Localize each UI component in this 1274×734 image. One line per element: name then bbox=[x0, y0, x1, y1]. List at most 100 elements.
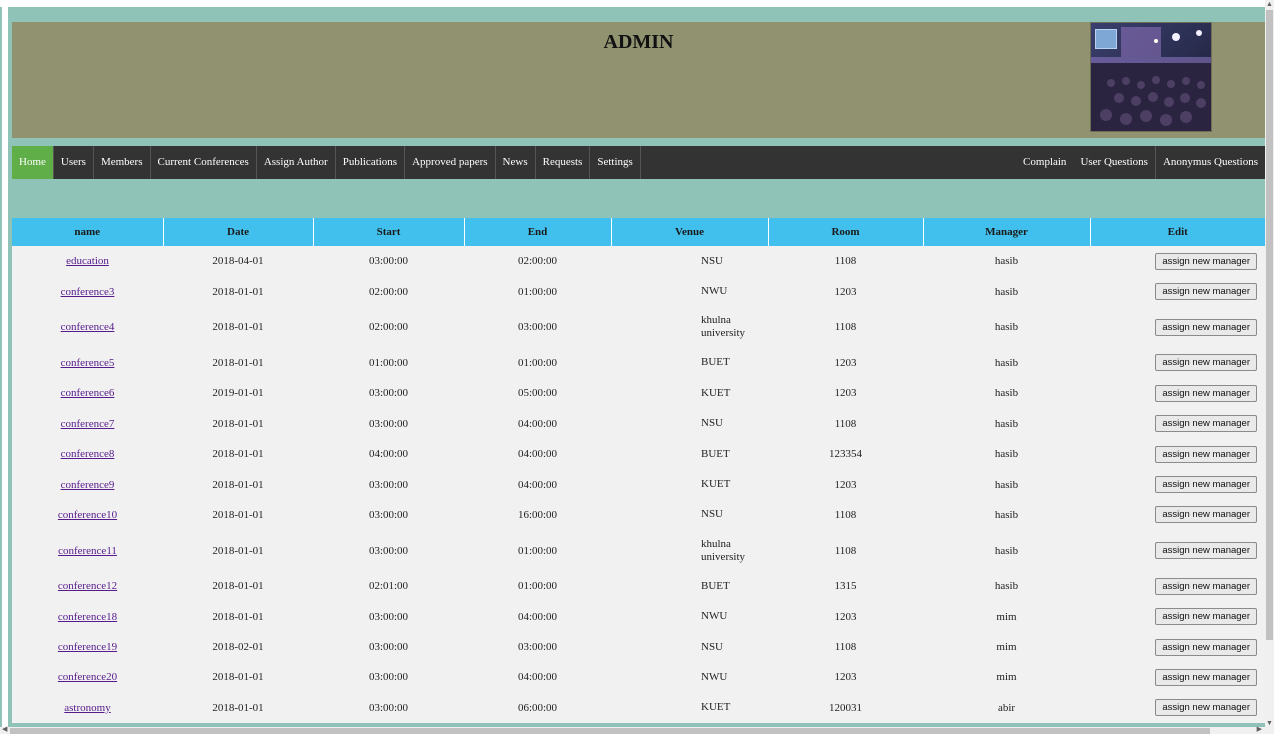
horizontal-scroll-thumb[interactable] bbox=[10, 728, 1210, 734]
conference-name-link[interactable]: conference9 bbox=[61, 479, 115, 491]
conference-name-link[interactable]: conference19 bbox=[58, 641, 117, 653]
cell-start: 03:00:00 bbox=[368, 478, 409, 491]
assign-new-manager-button[interactable]: assign new manager bbox=[1155, 506, 1257, 524]
assign-new-manager-button[interactable]: assign new manager bbox=[1155, 577, 1257, 595]
nav-item-home[interactable]: Home bbox=[12, 146, 54, 179]
scroll-down-icon[interactable]: ▼ bbox=[1265, 719, 1274, 727]
conference-name-link[interactable]: conference5 bbox=[61, 357, 115, 369]
table-row: conference11 2018-01-01 03:00:00 01:00:00 kh… bbox=[12, 530, 1265, 572]
cell-end: 04:00:00 bbox=[517, 610, 558, 623]
cell-date: 2018-01-01 bbox=[212, 417, 264, 430]
conference-name-link[interactable]: conference18 bbox=[58, 611, 117, 623]
column-header-room: Room bbox=[768, 218, 924, 246]
venue-text: khulna university bbox=[701, 314, 745, 340]
cell-start: 03:00:00 bbox=[368, 641, 409, 654]
venue-text: NWU bbox=[701, 610, 728, 623]
cell-start: 03:00:00 bbox=[368, 387, 409, 400]
conference-name-link[interactable]: conference8 bbox=[61, 448, 115, 460]
conference-name-link[interactable]: education bbox=[66, 255, 109, 267]
assign-new-manager-button[interactable]: assign new manager bbox=[1155, 608, 1257, 626]
assign-new-manager-button[interactable]: assign new manager bbox=[1155, 384, 1257, 402]
cell-date: 2018-01-01 bbox=[212, 356, 264, 369]
cell-venue: NSU bbox=[611, 632, 768, 662]
cell-edit: assign new manager bbox=[1090, 469, 1265, 499]
cell-manager: hasib bbox=[994, 285, 1019, 298]
assign-new-manager-button[interactable]: assign new manager bbox=[1155, 354, 1257, 372]
assign-new-manager-button[interactable]: assign new manager bbox=[1155, 252, 1257, 270]
cell-start: 04:00:00 bbox=[368, 448, 409, 461]
cell-end: 01:00:00 bbox=[517, 544, 558, 557]
cell-room: 1203 bbox=[834, 478, 857, 491]
assign-new-manager-button[interactable]: assign new manager bbox=[1155, 476, 1257, 494]
venue-text: NWU bbox=[701, 285, 728, 298]
cell-room: 1203 bbox=[834, 356, 857, 369]
venue-text: KUET bbox=[701, 701, 731, 714]
table-row: conference10 2018-01-01 03:00:00 16:00:00 NS… bbox=[12, 499, 1265, 531]
cell-end: 04:00:00 bbox=[517, 417, 558, 430]
scroll-right-icon[interactable]: ▶ bbox=[1257, 725, 1262, 733]
cell-venue: khulna university bbox=[611, 530, 768, 571]
assign-new-manager-button[interactable]: assign new manager bbox=[1155, 668, 1257, 686]
assign-new-manager-button[interactable]: assign new manager bbox=[1155, 415, 1257, 433]
cell-room: 1108 bbox=[834, 508, 857, 521]
nav-item-requests[interactable]: Requests bbox=[536, 146, 591, 179]
scroll-up-icon[interactable]: ▲ bbox=[1265, 0, 1274, 8]
cell-room: 1203 bbox=[834, 610, 857, 623]
cell-venue: BUET bbox=[611, 439, 768, 469]
conference-name-link[interactable]: conference20 bbox=[58, 671, 117, 683]
venue-text: NSU bbox=[701, 508, 724, 521]
cell-room: 1108 bbox=[834, 417, 857, 430]
assign-new-manager-button[interactable]: assign new manager bbox=[1155, 283, 1257, 301]
cell-date: 2018-01-01 bbox=[212, 701, 264, 714]
cell-manager: hasib bbox=[994, 356, 1019, 369]
cell-manager: hasib bbox=[994, 255, 1019, 268]
cell-name: conference5 bbox=[12, 348, 163, 378]
conference-name-link[interactable]: conference11 bbox=[58, 545, 117, 557]
nav-item-current-conferences[interactable]: Current Conferences bbox=[151, 146, 257, 179]
left-edge bbox=[0, 7, 8, 727]
cell-edit: assign new manager bbox=[1090, 246, 1265, 276]
conference-name-link[interactable]: conference12 bbox=[58, 580, 117, 592]
cell-manager: hasib bbox=[994, 478, 1019, 491]
nav-item-complain[interactable]: Complain bbox=[1016, 146, 1073, 179]
conference-name-link[interactable]: conference6 bbox=[61, 387, 115, 399]
cell-start: 02:01:00 bbox=[368, 580, 409, 593]
table-row: conference9 2018-01-01 03:00:00 04:00:00 KUE… bbox=[12, 469, 1265, 500]
cell-manager: abir bbox=[997, 701, 1016, 714]
conference-name-link[interactable]: conference3 bbox=[61, 286, 115, 298]
cell-end: 06:00:00 bbox=[517, 701, 558, 714]
column-header-edit: Edit bbox=[1090, 218, 1265, 246]
nav-item-news[interactable]: News bbox=[496, 146, 536, 179]
nav-right-group: Complain User Questions Anonymus Questio… bbox=[1016, 146, 1265, 179]
assign-new-manager-button[interactable]: assign new manager bbox=[1155, 542, 1257, 560]
scroll-left-icon[interactable]: ◀ bbox=[2, 725, 7, 733]
conference-name-link[interactable]: conference7 bbox=[61, 418, 115, 430]
conference-name-link[interactable]: conference10 bbox=[58, 509, 117, 521]
nav-item-settings[interactable]: Settings bbox=[590, 146, 641, 179]
conference-name-link[interactable]: astronomy bbox=[64, 702, 110, 714]
assign-new-manager-button[interactable]: assign new manager bbox=[1155, 699, 1257, 717]
cell-venue: KUET bbox=[611, 469, 768, 499]
horizontal-scrollbar[interactable]: ◀ ▶ bbox=[0, 725, 1274, 734]
vertical-scroll-thumb[interactable] bbox=[1266, 10, 1273, 640]
nav-item-user-questions[interactable]: User Questions bbox=[1073, 146, 1155, 179]
cell-manager: hasib bbox=[994, 580, 1019, 593]
nav-item-approved-papers[interactable]: Approved papers bbox=[405, 146, 496, 179]
nav-item-users[interactable]: Users bbox=[54, 146, 94, 179]
nav-item-anonymus-questions[interactable]: Anonymus Questions bbox=[1154, 146, 1265, 179]
assign-new-manager-button[interactable]: assign new manager bbox=[1155, 445, 1257, 463]
nav-item-members[interactable]: Members bbox=[94, 146, 151, 179]
assign-new-manager-button[interactable]: assign new manager bbox=[1155, 638, 1257, 656]
vertical-scrollbar[interactable]: ▲ ▼ bbox=[1265, 0, 1274, 727]
table-row: conference20 2018-01-01 03:00:00 04:00:00 NW… bbox=[12, 662, 1265, 693]
cell-date: 2018-01-01 bbox=[212, 478, 264, 491]
cell-name: conference4 bbox=[12, 307, 163, 348]
conference-name-link[interactable]: conference4 bbox=[61, 321, 115, 333]
cell-date: 2018-04-01 bbox=[212, 255, 264, 268]
venue-text: NSU bbox=[701, 640, 724, 653]
cell-start: 02:00:00 bbox=[368, 285, 409, 298]
cell-date: 2018-01-01 bbox=[212, 508, 264, 521]
nav-item-assign-author[interactable]: Assign Author bbox=[257, 146, 336, 179]
assign-new-manager-button[interactable]: assign new manager bbox=[1155, 318, 1257, 336]
nav-item-publications[interactable]: Publications bbox=[336, 146, 406, 179]
